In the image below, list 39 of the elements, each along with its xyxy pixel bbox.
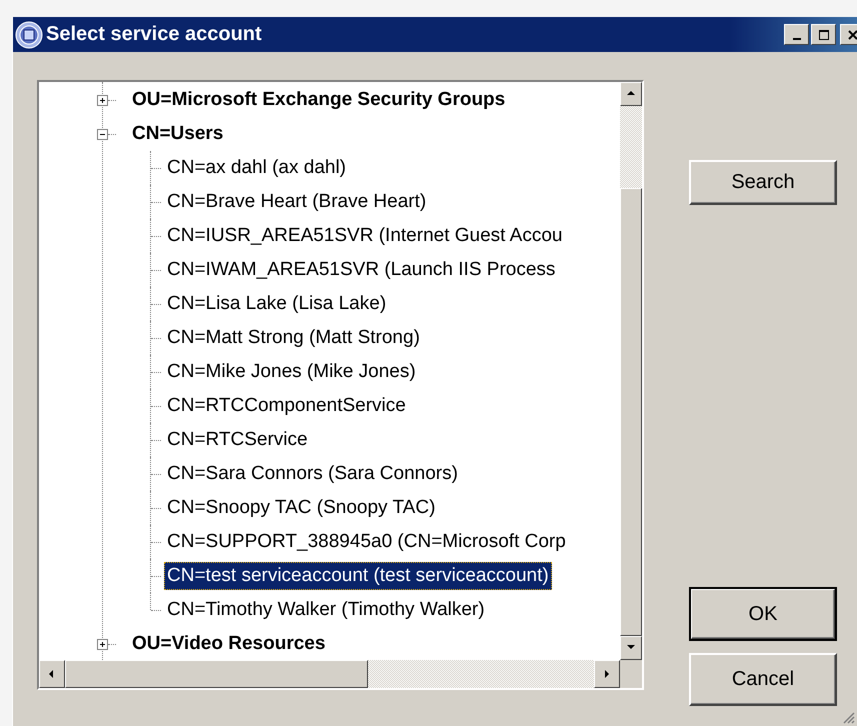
close-icon [846,28,857,40]
tree-item[interactable]: CN=SUPPORT_388945a0 (CN=Microsoft Corp [164,528,569,556]
vertical-scrollbar[interactable] [620,82,642,660]
tree-item[interactable]: CN=Sara Connors (Sara Connors) [164,460,461,488]
tree-item[interactable]: CN=Matt Strong (Matt Strong) [164,324,423,352]
tree-item[interactable]: CN=Lisa Lake (Lisa Lake) [164,290,390,318]
scroll-thumb[interactable] [620,188,642,636]
resize-grip-icon[interactable] [841,710,855,724]
ok-button[interactable]: OK [689,587,837,641]
search-button[interactable]: Search [689,160,837,205]
tree-item[interactable]: OU=Video Resources [129,630,328,658]
tree-item[interactable]: CN=Brave Heart (Brave Heart) [164,188,430,216]
maximize-button[interactable] [811,24,836,45]
scroll-thumb[interactable] [65,660,368,688]
tree-item[interactable]: CN=Timothy Walker (Timothy Walker) [164,596,488,624]
tree-item[interactable]: OU=Microsoft Exchange Security Groups [129,86,508,114]
collapse-icon[interactable] [97,128,108,140]
horizontal-scrollbar[interactable] [39,660,620,688]
maximize-icon [818,28,830,40]
scroll-up-button[interactable] [620,82,642,106]
minimize-button[interactable] [784,24,809,45]
scroll-down-button[interactable] [620,636,642,660]
cancel-button[interactable]: Cancel [689,653,837,706]
tree-item[interactable]: CN=RTCService [164,426,311,454]
app-icon [15,20,43,48]
window-title: Select service account [46,23,262,46]
tree-item[interactable]: CN=test serviceaccount (test serviceaccount) [164,562,552,590]
tree-item[interactable]: CN=Users [129,120,226,148]
scroll-left-button[interactable] [39,660,65,688]
minimize-icon [792,38,800,40]
scroll-right-button[interactable] [594,660,620,688]
tree-item[interactable]: CN=ax dahl (ax dahl) [164,154,350,182]
expand-icon[interactable] [97,638,108,650]
tree-item[interactable]: CN=IWAM_AREA51SVR (Launch IIS Process [164,256,558,284]
tree-item[interactable]: CN=Mike Jones (Mike Jones) [164,358,419,386]
tree-item[interactable]: CN=RTCComponentService [164,392,409,420]
expand-icon[interactable] [97,94,108,106]
tree-item[interactable]: CN=Snoopy TAC (Snoopy TAC) [164,494,438,522]
tree-item[interactable]: CN=IUSR_AREA51SVR (Internet Guest Accou [164,222,566,250]
